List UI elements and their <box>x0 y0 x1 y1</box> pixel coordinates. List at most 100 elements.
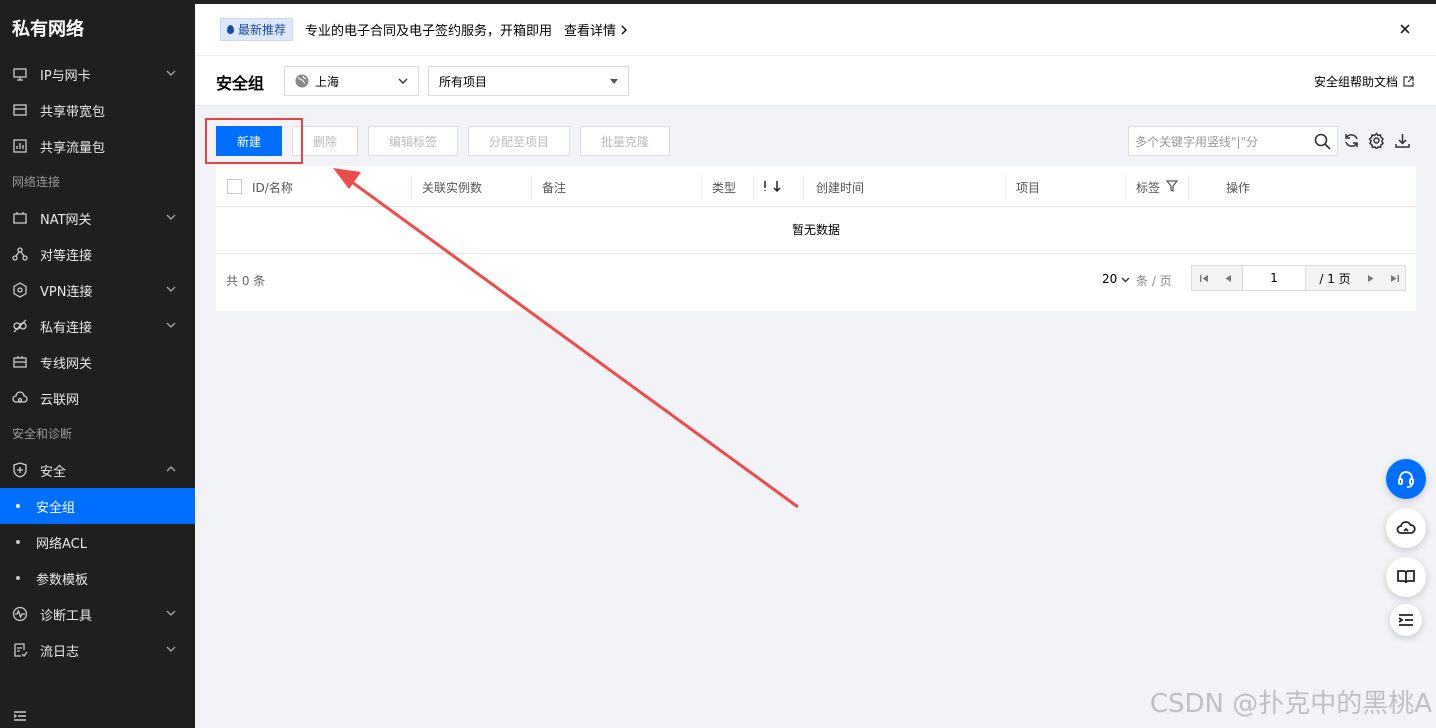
sidebar-item-label: 流日志 <box>40 644 80 660</box>
promo-link-label: 查看详情 <box>564 24 617 39</box>
promo-badge-label: 最新推荐 <box>238 23 287 37</box>
flowlog-icon <box>12 642 28 658</box>
sidebar-item-label: 云联网 <box>40 392 80 408</box>
sidebar-item-diagnose[interactable]: 诊断工具 <box>0 596 195 632</box>
promo-banner: 最新推荐 专业的电子合同及电子签约服务，开箱即用 查看详情 <box>196 4 1436 56</box>
first-page-icon[interactable] <box>1192 266 1216 290</box>
col-instances: 关联实例数 <box>422 181 483 195</box>
sidebar-item-dc-gateway[interactable]: 专线网关 <box>0 344 195 380</box>
col-project: 项目 <box>1016 181 1041 195</box>
refresh-icon[interactable] <box>1343 132 1360 149</box>
sidebar-item-ccn[interactable]: 云联网 <box>0 380 195 416</box>
chevron-down-icon <box>166 646 176 652</box>
filter-icon[interactable] <box>1166 180 1178 192</box>
close-icon[interactable] <box>1398 22 1412 36</box>
sidebar-title: 私有网络 <box>12 19 84 40</box>
search-icon[interactable] <box>1314 133 1331 150</box>
sidebar-item-private-link[interactable]: 私有连接 <box>0 308 195 344</box>
prev-page-icon[interactable] <box>1216 266 1240 290</box>
highlight-box <box>205 118 303 164</box>
page-number-input[interactable]: 1 <box>1242 266 1306 290</box>
sidebar-item-vpn[interactable]: VPN连接 <box>0 272 195 308</box>
assign-project-button[interactable]: 分配至项目 <box>468 126 570 156</box>
dc-gateway-icon <box>12 354 28 370</box>
sidebar-item-nat[interactable]: NAT网关 <box>0 200 195 236</box>
chevron-up-icon <box>166 466 176 472</box>
outline-button[interactable] <box>1390 604 1422 636</box>
promo-details-link[interactable]: 查看详情 <box>564 20 628 39</box>
sort-desc-icon[interactable] <box>761 180 781 193</box>
sidebar-item-flowlog[interactable]: 流日志 <box>0 632 195 668</box>
sidebar-subitem-network-acl[interactable]: 网络ACL <box>0 524 195 560</box>
promo-badge: 最新推荐 <box>220 18 294 41</box>
help-doc-link[interactable]: 安全组帮助文档 <box>1314 73 1414 90</box>
last-page-icon[interactable] <box>1382 266 1406 290</box>
chevron-down-icon <box>398 78 408 84</box>
ip-icon <box>12 66 28 82</box>
sidebar-item-label: IP与网卡 <box>40 68 91 84</box>
sidebar-subitem-label: 网络ACL <box>36 536 87 552</box>
list-indent-icon <box>1398 614 1413 626</box>
globe-icon <box>295 74 309 88</box>
chevron-down-icon <box>1121 277 1130 282</box>
col-tags: 标签 <box>1136 181 1161 195</box>
traffic-icon <box>12 138 28 154</box>
sidebar-subitem-param-template[interactable]: 参数模板 <box>0 560 195 596</box>
toolbar: 新建 删除 编辑标签 分配至项目 批量克隆 多个关键字用竖线"|"分 <box>216 126 1416 158</box>
bullet-icon <box>16 504 20 508</box>
column-divider <box>1188 174 1189 200</box>
vpn-icon <box>12 282 28 298</box>
external-link-icon <box>1403 76 1414 87</box>
sidebar-item-security[interactable]: 安全 <box>0 452 195 488</box>
column-divider <box>411 174 412 200</box>
column-divider <box>753 174 754 200</box>
edit-tags-button[interactable]: 编辑标签 <box>368 126 458 156</box>
search-placeholder: 多个关键字用竖线"|"分 <box>1135 134 1259 149</box>
sidebar-group-network: 网络连接 <box>12 175 61 189</box>
sidebar-item-ip-nic[interactable]: IP与网卡 <box>0 56 195 92</box>
sidebar-item-shared-bandwidth[interactable]: 共享带宽包 <box>0 92 195 128</box>
sidebar-item-label: 安全 <box>40 464 67 480</box>
page-navigator: 1 / 1 页 <box>1191 265 1406 291</box>
sidebar-subitem-security-group[interactable]: 安全组 <box>0 488 195 524</box>
sidebar-item-label: VPN连接 <box>40 284 93 300</box>
bullet-icon <box>16 540 20 544</box>
sidebar-item-label: 共享流量包 <box>40 140 106 156</box>
docs-button[interactable] <box>1386 557 1426 597</box>
collapse-menu-icon[interactable] <box>12 708 28 724</box>
customer-service-button[interactable] <box>1386 459 1426 499</box>
sidebar-item-label: 诊断工具 <box>40 608 93 624</box>
sidebar-subitem-label: 安全组 <box>36 500 76 516</box>
annotation-arrow <box>333 168 799 509</box>
headset-icon <box>1398 471 1414 488</box>
shield-icon <box>12 462 28 478</box>
table-header: ID/名称 关联实例数 备注 类型 创建时间 项目 标签 操作 <box>216 166 1416 207</box>
sidebar-item-peering[interactable]: 对等连接 <box>0 236 195 272</box>
sidebar-item-label: 共享带宽包 <box>40 104 106 120</box>
project-select[interactable]: 所有项目 <box>428 66 629 96</box>
sidebar: 私有网络 IP与网卡 共享带宽包 共享流量包 网络连接 NAT网关 对等连接 V… <box>0 0 195 728</box>
col-actions: 操作 <box>1226 181 1251 195</box>
per-page-label: 条 / 页 <box>1136 274 1172 288</box>
sidebar-item-label: 对等连接 <box>40 248 93 264</box>
select-all-checkbox[interactable] <box>227 179 242 194</box>
sidebar-item-label: 专线网关 <box>40 356 93 372</box>
page-title: 安全组 <box>216 74 265 93</box>
help-doc-label: 安全组帮助文档 <box>1313 75 1398 89</box>
watermark: CSDN @扑克中的黑桃A <box>1149 689 1432 719</box>
promo-text: 专业的电子合同及电子签约服务，开箱即用 <box>305 24 553 39</box>
column-divider <box>1005 174 1006 200</box>
page-size-select[interactable]: 20 <box>1102 272 1130 286</box>
batch-clone-button[interactable]: 批量克隆 <box>580 126 670 156</box>
region-select[interactable]: 上海 <box>284 66 419 96</box>
gear-icon[interactable] <box>1368 132 1385 149</box>
next-page-icon[interactable] <box>1358 266 1382 290</box>
sidebar-item-shared-traffic[interactable]: 共享流量包 <box>0 128 195 164</box>
ccn-icon <box>12 390 28 406</box>
chevron-down-icon <box>166 70 176 76</box>
cloud-assistant-button[interactable] <box>1386 508 1426 548</box>
search-input[interactable]: 多个关键字用竖线"|"分 <box>1128 126 1338 156</box>
column-divider <box>803 174 804 200</box>
drop-icon <box>227 25 234 34</box>
download-icon[interactable] <box>1394 132 1411 149</box>
